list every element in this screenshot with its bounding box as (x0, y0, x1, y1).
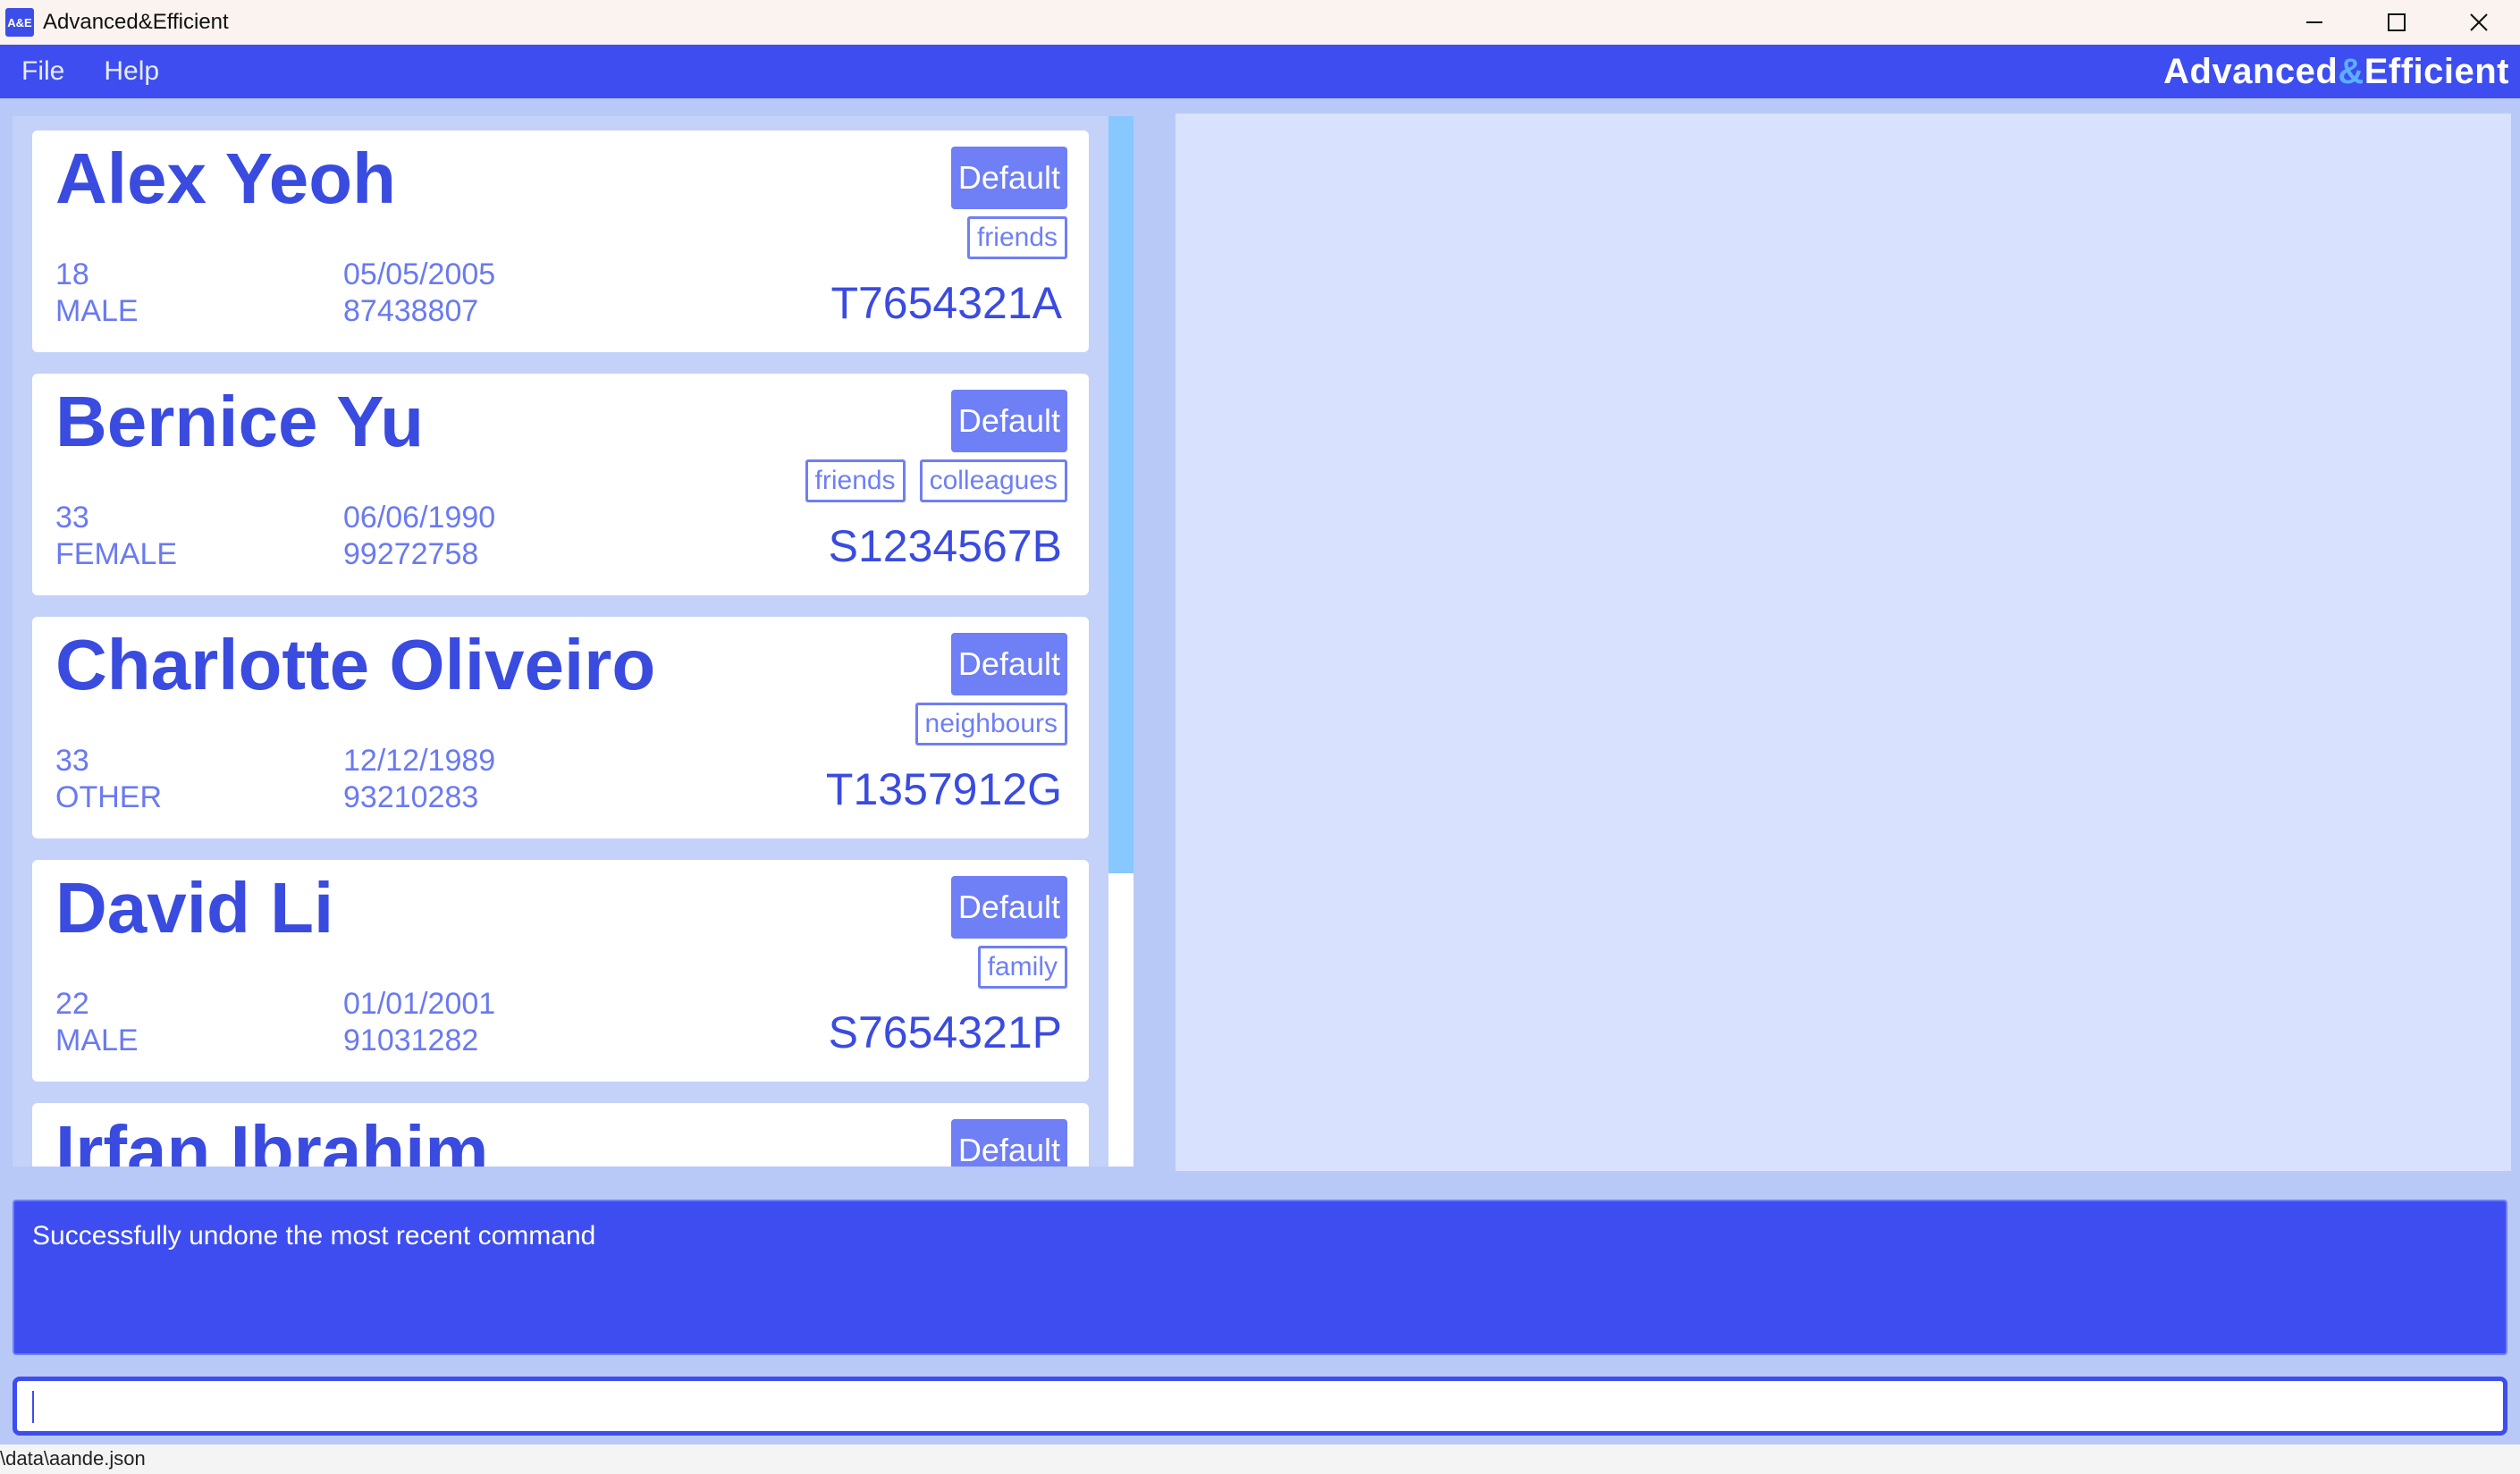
person-dob: 01/01/2001 (343, 987, 496, 1021)
person-age: 22 (55, 987, 89, 1021)
result-message: Successfully undone the most recent comm… (32, 1221, 596, 1251)
person-nric: T7654321A (830, 278, 1062, 328)
priority-badge: Default (950, 876, 1067, 939)
person-name: Irfan Ibrahim (55, 1111, 489, 1167)
person-card[interactable]: Alex Yeoh Default friends 18 MALE 05/05/… (32, 131, 1089, 352)
close-icon (2470, 13, 2488, 31)
person-gender: FEMALE (55, 537, 178, 571)
title-bar: A&E Advanced&Efficient (0, 0, 2520, 45)
person-card[interactable]: Charlotte Oliveiro Default neighbours 33… (32, 617, 1089, 838)
command-input[interactable] (13, 1377, 2507, 1436)
person-dob: 06/06/1990 (343, 501, 496, 535)
save-file-path: \data\aande.json (0, 1447, 146, 1470)
minimize-icon (2306, 21, 2322, 23)
maximize-button[interactable] (2356, 0, 2438, 45)
person-phone: 91031282 (343, 1023, 479, 1057)
brand-logo: Advanced&Efficient (2163, 52, 2509, 92)
person-gender: MALE (55, 294, 139, 328)
tag: neighbours (914, 703, 1067, 745)
priority-badge: Default (950, 1119, 1067, 1167)
person-phone: 93210283 (343, 780, 479, 814)
person-gender: MALE (55, 1023, 139, 1057)
person-card[interactable]: David Li Default family 22 MALE 01/01/20… (32, 860, 1089, 1082)
person-age: 33 (55, 744, 89, 778)
person-name: David Li (55, 868, 334, 948)
person-nric: T1357912G (825, 764, 1062, 814)
person-name: Bernice Yu (55, 382, 425, 461)
person-nric: S1234567B (828, 521, 1062, 571)
list-scrollbar[interactable] (1108, 116, 1134, 1167)
person-gender: OTHER (55, 780, 162, 814)
close-button[interactable] (2438, 0, 2520, 45)
tag: friends (966, 216, 1067, 259)
person-dob: 12/12/1989 (343, 744, 496, 778)
person-list[interactable]: Alex Yeoh Default friends 18 MALE 05/05/… (13, 116, 1108, 1167)
person-age: 33 (55, 501, 89, 535)
priority-badge: Default (950, 390, 1067, 452)
person-nric: S7654321P (828, 1007, 1062, 1057)
maximize-icon (2388, 13, 2406, 31)
person-age: 18 (55, 257, 89, 291)
priority-badge: Default (950, 147, 1067, 209)
detail-panel (1176, 114, 2511, 1171)
menu-file[interactable]: File (21, 56, 64, 87)
tag: family (977, 946, 1067, 989)
tag-list: neighbours (914, 703, 1067, 745)
list-scrollbar-thumb[interactable] (1108, 116, 1134, 873)
result-display: Successfully undone the most recent comm… (13, 1200, 2507, 1355)
person-card[interactable]: Irfan Ibrahim Default (32, 1103, 1089, 1167)
person-phone: 87438807 (343, 294, 479, 328)
menu-help[interactable]: Help (104, 56, 159, 87)
tag-list: family (977, 946, 1067, 989)
window-title: Advanced&Efficient (43, 10, 229, 34)
tag-list: friends (966, 216, 1067, 259)
person-name: Charlotte Oliveiro (55, 625, 656, 704)
window-controls (2273, 0, 2520, 45)
minimize-button[interactable] (2273, 0, 2356, 45)
person-dob: 05/05/2005 (343, 257, 496, 291)
brand-part1: Advanced (2163, 52, 2339, 91)
tag: friends (805, 459, 906, 502)
person-name: Alex Yeoh (55, 139, 396, 218)
tag: colleagues (919, 459, 1067, 502)
brand-ampersand: & (2338, 52, 2364, 91)
status-bar: \data\aande.json (0, 1445, 2520, 1474)
priority-badge: Default (950, 633, 1067, 695)
menu-bar: File Help Advanced&Efficient (0, 45, 2520, 98)
text-cursor (32, 1391, 34, 1423)
app-logo-icon: A&E (5, 8, 34, 37)
brand-part2: Efficient (2364, 52, 2509, 91)
person-phone: 99272758 (343, 537, 479, 571)
tag-list: friends colleagues (805, 459, 1067, 502)
person-card[interactable]: Bernice Yu Default friends colleagues 33… (32, 374, 1089, 595)
